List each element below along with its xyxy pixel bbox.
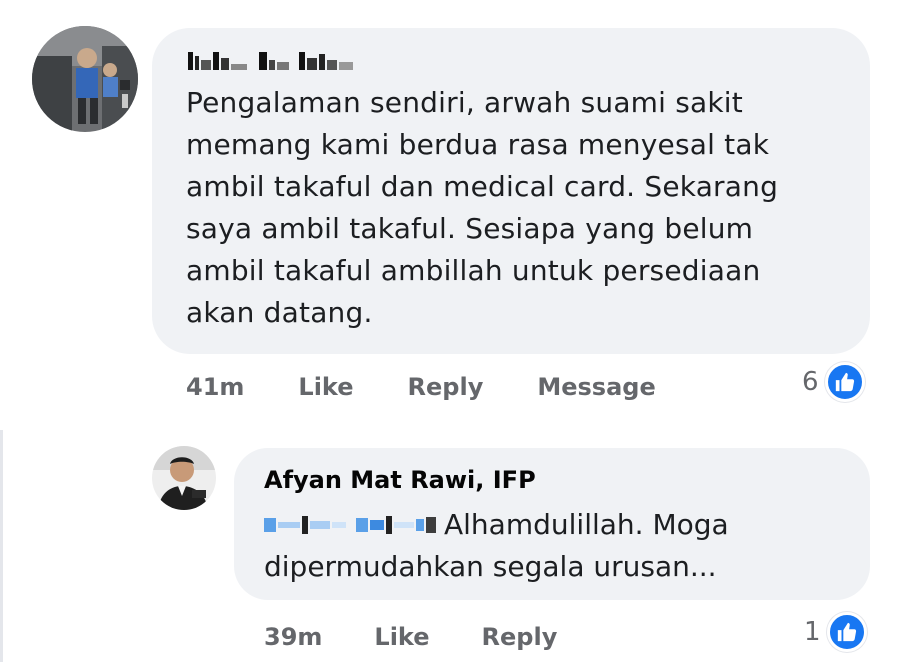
comment-actions: 39m Like Reply — [264, 620, 557, 654]
reaction-count: 1 — [804, 617, 821, 647]
comment-line: saya ambil takaful. Sesiapa yang belum — [186, 212, 754, 245]
comment-line: akan datang. — [186, 296, 373, 329]
reaction-summary[interactable]: 6 — [802, 362, 865, 402]
mention-redacted[interactable] — [264, 512, 436, 538]
comment-line: memang kami berdua rasa menyesal tak — [186, 128, 770, 161]
like-reaction-icon — [824, 362, 865, 402]
like-button[interactable]: Like — [298, 373, 353, 401]
comment-line: Alhamdulillah. Moga — [444, 508, 729, 541]
message-button[interactable]: Message — [537, 373, 655, 401]
timestamp[interactable]: 39m — [264, 623, 322, 651]
avatar-photo-icon — [152, 446, 216, 510]
like-reaction-icon — [826, 612, 867, 652]
like-button[interactable]: Like — [374, 623, 429, 651]
comment-line: dipermudahkan segala urusan... — [264, 550, 717, 583]
comment-actions: 41m Like Reply Message — [186, 370, 656, 404]
avatar[interactable] — [152, 446, 216, 510]
avatar[interactable] — [32, 26, 138, 132]
reaction-summary[interactable]: 1 — [804, 612, 867, 652]
reaction-count: 6 — [802, 367, 819, 397]
avatar-photo-icon — [32, 26, 138, 132]
comment-line: ambil takaful dan medical card. Sekarang — [186, 170, 779, 203]
timestamp[interactable]: 41m — [186, 373, 244, 401]
thread-line — [0, 430, 3, 662]
author-name[interactable]: Afyan Mat Rawi, IFP — [264, 466, 536, 494]
reply-button[interactable]: Reply — [482, 623, 558, 651]
reply-button[interactable]: Reply — [408, 373, 484, 401]
author-name-redacted[interactable] — [188, 48, 353, 70]
comment-line: ambil takaful ambillah untuk persediaan — [186, 254, 761, 287]
comment-text: Alhamdulillah. Moga dipermudahkan segala… — [264, 504, 729, 588]
comment-text: Pengalaman sendiri, arwah suami sakit me… — [186, 82, 778, 334]
comment-line: Pengalaman sendiri, arwah suami sakit — [186, 86, 743, 119]
